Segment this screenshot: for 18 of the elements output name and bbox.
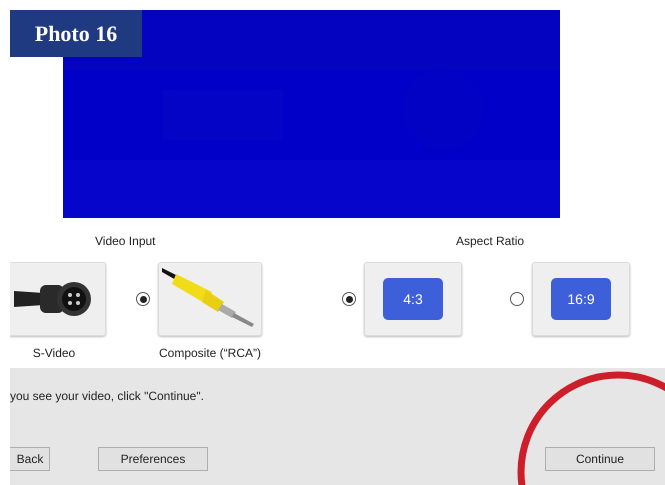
section-heading: Aspect Ratio (456, 233, 526, 250)
radio-button[interactable] (342, 292, 356, 306)
aspect-ratio-label: 4:3 (383, 278, 443, 320)
radio-button[interactable] (136, 292, 150, 306)
dialog-button[interactable]: Preferences (98, 447, 208, 471)
aspect-ratio-tile[interactable]: 4:3 (364, 262, 462, 336)
option-label: S-Video (32, 345, 76, 362)
input-option-tile[interactable] (10, 262, 106, 336)
dialog-button[interactable]: Back (10, 447, 50, 471)
section-heading: Video Input (95, 233, 156, 250)
input-option-tile[interactable] (158, 262, 262, 336)
radio-button[interactable] (510, 292, 524, 306)
photo-label: Photo 16 (34, 20, 118, 48)
instruction-text: you see your video, click "Continue". (10, 388, 205, 405)
dialog-button[interactable]: Continue (545, 447, 655, 471)
option-label: Composite (“RCA”) (158, 345, 261, 362)
aspect-ratio-label: 16:9 (551, 278, 611, 320)
aspect-ratio-tile[interactable]: 16:9 (532, 262, 630, 336)
